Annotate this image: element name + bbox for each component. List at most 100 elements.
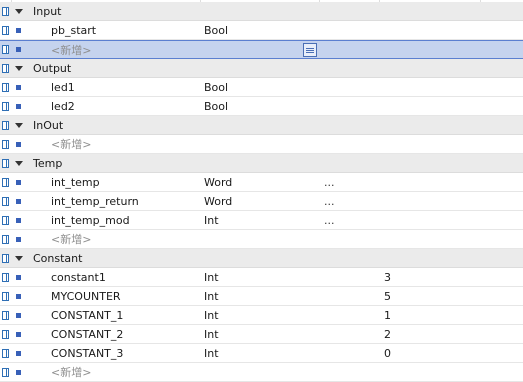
interface-pin-icon [0, 249, 10, 267]
collapse-triangle-icon[interactable] [13, 59, 25, 77]
variable-name-cell[interactable]: int_temp [51, 173, 100, 191]
add-new-placeholder[interactable]: <新增> [51, 41, 91, 58]
interface-pin-icon [0, 2, 10, 20]
add-new-placeholder[interactable]: <新增> [51, 230, 91, 248]
variable-row[interactable]: led1 Bool [0, 78, 523, 97]
interface-pin-icon [0, 211, 10, 229]
variable-bullet-glyph [15, 179, 21, 185]
variable-bullet-icon [13, 41, 23, 58]
interface-pin-icon [0, 21, 10, 39]
variable-name-cell[interactable]: int_temp_mod [51, 211, 130, 229]
section-row[interactable]: InOut [0, 116, 523, 135]
variable-bullet-icon [13, 344, 23, 362]
data-type-cell[interactable]: Word [204, 192, 232, 210]
variable-bullet-glyph [15, 312, 21, 318]
variable-bullet-glyph [15, 84, 21, 90]
add-new-row[interactable]: <新增> [0, 230, 523, 249]
variable-name-cell[interactable]: MYCOUNTER [51, 287, 121, 305]
variable-row[interactable]: int_temp_return Word... [0, 192, 523, 211]
variable-name-cell[interactable]: led1 [51, 78, 75, 96]
variable-row[interactable]: pb_start Bool [0, 21, 523, 40]
variable-row[interactable]: CONSTANT_3 Int 0 [0, 344, 523, 363]
variable-bullet-icon [13, 21, 23, 39]
variable-bullet-icon [13, 325, 23, 343]
variable-name-cell[interactable]: led2 [51, 97, 75, 115]
data-type-list-icon[interactable] [303, 43, 317, 57]
interface-pin-icon-glyph [1, 329, 9, 339]
collapse-triangle-glyph [15, 8, 23, 14]
section-name: Output [33, 61, 72, 75]
default-value-cell[interactable]: ... [324, 192, 335, 210]
variable-bullet-icon [13, 306, 23, 324]
section-row[interactable]: Output [0, 59, 523, 78]
variable-name-cell[interactable]: CONSTANT_2 [51, 325, 123, 343]
variable-bullet-glyph [15, 293, 21, 299]
variable-bullet-glyph [15, 217, 21, 223]
data-type-cell[interactable]: Int [204, 211, 219, 229]
value-cell[interactable]: 5 [384, 287, 391, 305]
data-type-cell[interactable]: Bool [204, 97, 228, 115]
add-new-row[interactable]: <新增> [0, 135, 523, 154]
interface-pin-icon-glyph [1, 367, 9, 377]
interface-pin-icon-glyph [1, 158, 9, 168]
variable-bullet-glyph [15, 103, 21, 109]
data-type-cell[interactable]: Int [204, 325, 219, 343]
variable-row[interactable]: int_temp Word... [0, 173, 523, 192]
data-type-cell[interactable]: Int [204, 344, 219, 362]
collapse-triangle-icon[interactable] [13, 249, 25, 267]
collapse-triangle-glyph [15, 160, 23, 166]
interface-pin-icon-glyph [1, 25, 9, 35]
section-name: Input [33, 4, 62, 18]
variable-bullet-icon [13, 78, 23, 96]
interface-pin-icon-glyph [1, 348, 9, 358]
interface-pin-icon [0, 173, 10, 191]
collapse-triangle-icon[interactable] [13, 2, 25, 20]
variable-name-cell[interactable]: pb_start [51, 21, 96, 39]
interface-pin-icon [0, 268, 10, 286]
section-row[interactable]: Input [0, 2, 523, 21]
value-cell[interactable]: 3 [384, 268, 391, 286]
variable-name-cell[interactable]: constant1 [51, 268, 106, 286]
variable-bullet-glyph [15, 350, 21, 356]
variable-name-cell[interactable]: CONSTANT_1 [51, 306, 123, 324]
section-name: Constant [33, 251, 83, 265]
add-new-row[interactable]: <新增> [0, 40, 523, 59]
data-type-cell[interactable]: Word [204, 173, 232, 191]
collapse-triangle-glyph [15, 122, 23, 128]
collapse-triangle-icon[interactable] [13, 116, 25, 134]
variable-row[interactable]: int_temp_mod Int... [0, 211, 523, 230]
value-cell[interactable]: 0 [384, 344, 391, 362]
variable-row[interactable]: CONSTANT_2 Int 2 [0, 325, 523, 344]
collapse-triangle-icon[interactable] [13, 154, 25, 172]
value-cell[interactable]: 2 [384, 325, 391, 343]
interface-pin-icon [0, 287, 10, 305]
variable-bullet-icon [13, 211, 23, 229]
data-type-cell[interactable]: Int [204, 306, 219, 324]
data-type-cell[interactable]: Int [204, 287, 219, 305]
add-new-row[interactable]: <新增> [0, 363, 523, 382]
interface-pin-icon-glyph [1, 272, 9, 282]
add-new-placeholder[interactable]: <新增> [51, 363, 91, 381]
variable-name-cell[interactable]: CONSTANT_3 [51, 344, 123, 362]
data-type-cell[interactable]: Int [204, 268, 219, 286]
variable-bullet-glyph [15, 274, 21, 280]
interface-pin-icon [0, 116, 10, 134]
section-row[interactable]: Constant [0, 249, 523, 268]
variable-bullet-icon [13, 268, 23, 286]
variable-row[interactable]: MYCOUNTER Int 5 [0, 287, 523, 306]
data-type-cell[interactable]: Bool [204, 21, 228, 39]
variable-bullet-glyph [15, 141, 21, 147]
variable-name-cell[interactable]: int_temp_return [51, 192, 139, 210]
section-row[interactable]: Temp [0, 154, 523, 173]
interface-pin-icon-glyph [1, 139, 9, 149]
add-new-placeholder[interactable]: <新增> [51, 135, 91, 153]
value-cell[interactable]: 1 [384, 306, 391, 324]
data-type-cell[interactable]: Bool [204, 78, 228, 96]
variable-row[interactable]: CONSTANT_1 Int 1 [0, 306, 523, 325]
default-value-cell[interactable]: ... [324, 211, 335, 229]
interface-pin-icon-glyph [1, 82, 9, 92]
variable-bullet-glyph [15, 198, 21, 204]
default-value-cell[interactable]: ... [324, 173, 335, 191]
variable-row[interactable]: constant1 Int 3 [0, 268, 523, 287]
variable-row[interactable]: led2 Bool [0, 97, 523, 116]
